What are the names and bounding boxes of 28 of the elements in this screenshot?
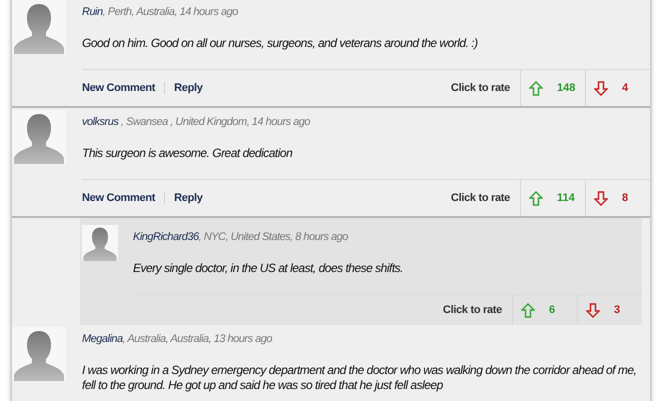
downvote-count: 3: [614, 304, 620, 316]
comment-meta: Megalina, Australia, Australia, 13 hours ago: [82, 332, 274, 346]
thumb-up-arrow-icon[interactable]: [521, 302, 535, 318]
comment-meta: KingRichard36, NYC, United States, 8 hours ago: [133, 230, 349, 244]
thumb-down-arrow-icon[interactable]: [594, 80, 608, 96]
rate-label: Click to rate: [450, 82, 511, 94]
thumb-down-arrow-icon[interactable]: [594, 190, 608, 206]
comment-meta: Ruin, Perth, Australia, 14 hours ago: [82, 5, 239, 19]
upvote-count: 6: [549, 304, 556, 316]
comment-meta: volksrus , Swansea , United Kingdom, 14 hours ago: [82, 115, 312, 129]
avatar-icon: [82, 225, 118, 261]
thumb-down-arrow-icon[interactable]: [586, 302, 600, 318]
rate-label: Click to rate: [442, 304, 503, 316]
comment-text: This surgeon is awesome. Great dedication: [82, 146, 294, 161]
thumb-up-arrow-icon[interactable]: [529, 190, 543, 206]
downvote-count: 4: [622, 82, 628, 94]
rate-label: Click to rate: [450, 192, 511, 204]
thumb-up-arrow-icon[interactable]: [529, 80, 543, 96]
comment-text: I was working in a Sydney emergency department and the doctor who was walking down the corridor ahead of me, fell to the ground. He got up and said he was so tired that he just fell asleep: [82, 363, 638, 393]
upvote-count: 148: [557, 82, 576, 94]
comment-text: Good on him. Good on all our nurses, surgeons, and veterans around the world. :): [82, 36, 479, 51]
comment-text: Every single doctor, in the US at least, does these shifts.: [133, 261, 404, 276]
comment-action-link[interactable]: Reply: [164, 82, 212, 94]
comment-action-link[interactable]: New Comment: [82, 192, 164, 204]
comment-action-link[interactable]: New Comment: [82, 82, 164, 94]
comment-action-link[interactable]: Reply: [164, 192, 212, 204]
downvote-count: 8: [622, 192, 628, 204]
upvote-count: 114: [557, 192, 575, 204]
